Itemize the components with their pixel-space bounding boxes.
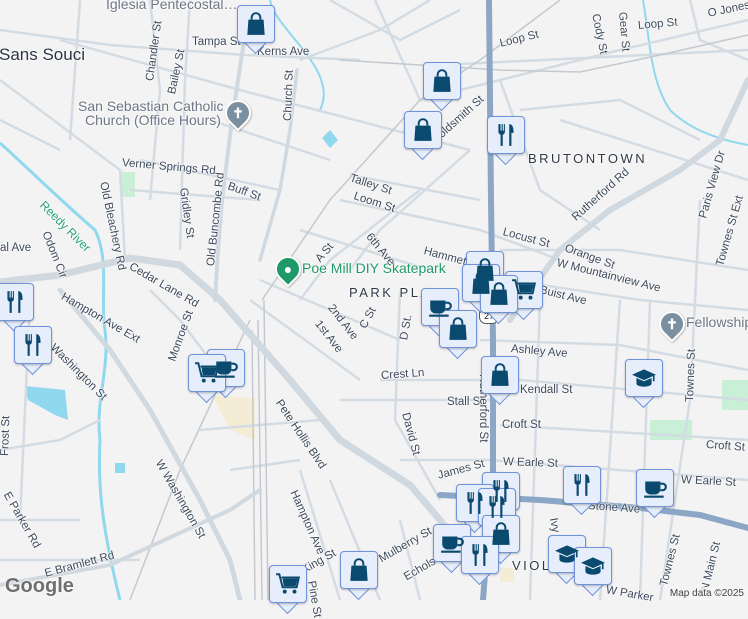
shopping-bag-icon [487, 362, 513, 388]
shopping-marker[interactable] [340, 551, 378, 601]
map-attribution[interactable]: Map data ©2025 [665, 587, 748, 600]
cafe-marker[interactable] [636, 469, 674, 519]
place-label-san-sebastian-line2[interactable]: Church (Office Hours) [85, 112, 221, 128]
street-label: al Ave [0, 242, 32, 254]
shopping-bag-icon [243, 11, 269, 37]
graduation-cap-icon [554, 541, 580, 567]
shopping-bag-icon [346, 557, 372, 583]
fork-knife-icon [467, 542, 493, 568]
coffee-cup-icon [642, 475, 668, 501]
school-marker[interactable] [574, 547, 612, 597]
graduation-cap-icon [631, 365, 657, 391]
shopping-cart-icon [275, 571, 301, 597]
street-label: Church St [282, 69, 296, 122]
neighborhood-brutontown: BRUTONTOWN [528, 151, 648, 166]
fork-knife-icon [484, 494, 510, 520]
street-label: Tampa St [192, 36, 241, 48]
shopping-bag-icon [445, 316, 471, 342]
street-label: Croft St [502, 419, 541, 431]
grocery-marker[interactable] [269, 565, 307, 615]
fork-knife-icon [20, 332, 46, 358]
shopping-marker[interactable] [404, 111, 442, 161]
restaurant-marker[interactable] [14, 326, 52, 376]
coffee-cup-icon [439, 530, 465, 556]
google-logo: Google [5, 575, 74, 597]
street-label: Kendall St [520, 384, 573, 396]
fork-knife-icon [569, 472, 595, 498]
restaurant-marker[interactable] [0, 283, 34, 333]
place-label-fellowship[interactable]: Fellowship [686, 314, 748, 330]
street-label: Frost St [0, 415, 13, 457]
place-label-iglesia[interactable]: Iglesia Pentecostal… [106, 0, 238, 12]
fork-knife-icon [493, 122, 519, 148]
shopping-bag-icon [410, 117, 436, 143]
shopping-marker[interactable] [481, 356, 519, 406]
street-label: Townes St [684, 348, 698, 403]
shopping-cart-icon [194, 360, 220, 386]
shopping-marker[interactable] [423, 62, 461, 112]
shopping-bag-icon [486, 281, 512, 307]
shopping-marker[interactable] [439, 310, 477, 360]
shopping-cart-icon [511, 277, 537, 303]
neighborhood-sans-souci: Sans Souci [0, 45, 85, 64]
shopping-marker[interactable] [237, 5, 275, 55]
shopping-bag-icon [429, 68, 455, 94]
restaurant-marker[interactable] [487, 116, 525, 166]
graduation-cap-icon [580, 553, 606, 579]
fork-knife-icon [2, 289, 28, 315]
school-marker[interactable] [625, 359, 663, 409]
restaurant-marker[interactable] [563, 466, 601, 516]
street-label: W Earle St [502, 456, 559, 470]
